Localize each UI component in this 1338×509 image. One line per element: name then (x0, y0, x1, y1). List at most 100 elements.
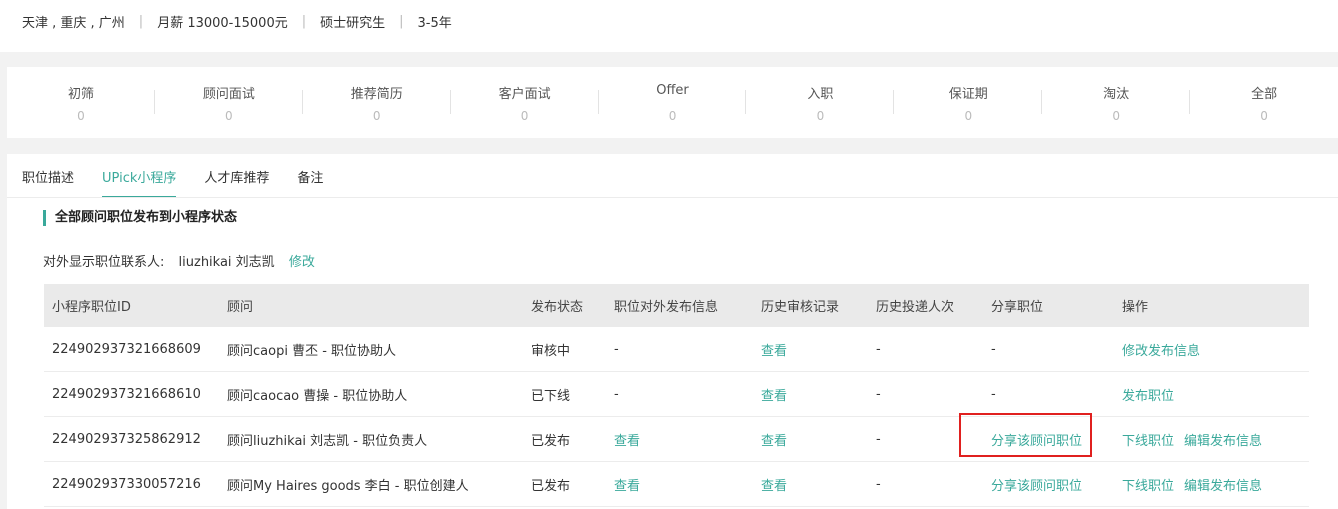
stage-label: 入职 (807, 87, 834, 102)
publish-info-cell: 查看 (606, 416, 753, 462)
pipeline-stats: 初筛 0 顾问面试 0 推荐简历 0 客户面试 0 Offer 0 入职 0 保证期 0 淘汰 0 全部 0 (7, 67, 1338, 138)
actions-cell: 修改发布信息 (1114, 327, 1309, 372)
status-cell: 已下线 (523, 371, 606, 417)
consultant-cell: 顾问caopi 曹丕 - 职位协助人 (219, 327, 523, 372)
tab-underline (7, 197, 1338, 198)
table-row: 224902937321668610 顾问caocao 曹操 - 职位协助人 已下线… (44, 371, 1309, 417)
publish-info-value: - (614, 386, 619, 402)
stage-count: 0 (816, 109, 825, 123)
history-view-link[interactable]: 查看 (761, 344, 787, 359)
stage-count: 0 (1112, 109, 1120, 123)
contact-label: 对外显示职位联系人: (43, 255, 165, 270)
stage-count: 0 (225, 109, 233, 123)
contact-name: liuzhikai 刘志凯 (178, 255, 275, 270)
history-cell: 查看 (753, 416, 868, 462)
publish-info-cell: - (606, 371, 753, 417)
actions-cell: 下线职位 编辑发布信息 (1114, 461, 1309, 507)
job-meta: 天津 , 重庆 , 广州 | 月薪 13000-15000元 | 硕士研究生 |… (22, 12, 452, 31)
stage-stat[interactable]: 推荐简历 0 (303, 67, 451, 138)
job-experience: 3-5年 (417, 16, 452, 31)
divider: | (399, 14, 404, 29)
stage-stat[interactable]: 入职 0 (746, 67, 895, 138)
job-id-cell: 224902937321668609 (44, 327, 219, 372)
stage-stat[interactable]: 客户面试 0 (451, 67, 599, 138)
status-cell: 已发布 (523, 461, 606, 507)
status-cell: 已发布 (523, 416, 606, 462)
stage-count: 0 (1260, 109, 1268, 123)
history-cell: 查看 (753, 371, 868, 417)
stage-count: 0 (520, 109, 529, 123)
column-header: 分享职位 (983, 284, 1114, 327)
column-header: 职位对外发布信息 (606, 284, 753, 327)
table-row: 224902937321668609 顾问caopi 曹丕 - 职位协助人 审核中 -… (44, 327, 1309, 372)
row-action-link[interactable]: 修改发布信息 (1122, 344, 1200, 359)
stage-stat[interactable]: Offer 0 (599, 67, 747, 138)
stage-stat[interactable]: 全部 0 (1190, 67, 1338, 138)
share-job-value: - (991, 341, 996, 357)
stage-stat[interactable]: 顾问面试 0 (155, 67, 303, 138)
table-row: 224902937325862912 顾问liuzhikai 刘志凯 - 职位负责… (44, 416, 1309, 462)
share-cell: 分享该顾问职位 (983, 461, 1114, 507)
stage-count: 0 (372, 109, 381, 123)
row-action-link[interactable]: 下线职位 (1122, 434, 1174, 449)
divider: | (138, 14, 144, 29)
stage-label: Offer (656, 83, 689, 98)
stage-label: 客户面试 (498, 87, 551, 102)
tab-item[interactable]: 备注 (297, 167, 323, 198)
history-cell: 查看 (753, 461, 868, 507)
history-view-link[interactable]: 查看 (761, 479, 787, 494)
column-header: 历史投递人次 (868, 284, 983, 327)
publish-info-value: - (614, 341, 619, 357)
actions-cell: 下线职位 编辑发布信息 (1114, 416, 1309, 462)
history-view-link[interactable]: 查看 (761, 389, 787, 404)
history-cell: 查看 (753, 327, 868, 372)
status-cell: 审核中 (523, 327, 606, 372)
stage-stat[interactable]: 初筛 0 (7, 67, 155, 138)
stage-label: 推荐简历 (350, 87, 403, 102)
tab-bar: 职位描述 UPick小程序 人才库推荐 备注 (22, 167, 351, 198)
deliveries-cell: - (868, 461, 983, 507)
tab-item[interactable]: UPick小程序 (102, 167, 177, 198)
column-header: 顾问 (219, 284, 523, 327)
job-id-cell: 224902937325862912 (44, 416, 219, 462)
stage-count: 0 (77, 109, 85, 123)
stage-label: 淘汰 (1103, 87, 1130, 102)
column-header: 发布状态 (523, 284, 606, 327)
share-cell: - (983, 327, 1114, 372)
job-cities: 天津 , 重庆 , 广州 (22, 16, 125, 31)
share-cell: - (983, 371, 1114, 417)
row-action-link[interactable]: 下线职位 (1122, 479, 1174, 494)
consultant-cell: 顾问caocao 曹操 - 职位协助人 (219, 371, 523, 417)
edit-contact-link[interactable]: 修改 (289, 255, 315, 270)
publish-info-value[interactable]: 查看 (614, 479, 640, 494)
row-action-link[interactable]: 发布职位 (1122, 389, 1174, 404)
column-header: 小程序职位ID (44, 284, 219, 327)
stage-label: 初筛 (67, 87, 94, 102)
consultant-cell: 顾问liuzhikai 刘志凯 - 职位负责人 (219, 416, 523, 462)
main-content: 职位描述 UPick小程序 人才库推荐 备注 全部顾问职位发布到小程序状态 对外显示职… (7, 154, 1338, 509)
publish-info-value[interactable]: 查看 (614, 434, 640, 449)
publish-info-cell: 查看 (606, 461, 753, 507)
highlight-box (959, 413, 1092, 457)
row-action-link[interactable]: 编辑发布信息 (1184, 479, 1262, 494)
stage-stat[interactable]: 保证期 0 (894, 67, 1043, 138)
row-action-link[interactable]: 编辑发布信息 (1184, 434, 1262, 449)
job-salary: 月薪 13000-15000元 (157, 16, 288, 31)
tab-item[interactable]: 人才库推荐 (204, 167, 269, 198)
share-job-value: - (991, 386, 996, 402)
tab-item[interactable]: 职位描述 (22, 167, 74, 198)
job-meta-card: 天津 , 重庆 , 广州 | 月薪 13000-15000元 | 硕士研究生 |… (0, 0, 1338, 52)
consultant-cell: 顾问My Haires goods 李白 - 职位创建人 (219, 461, 523, 507)
divider: | (301, 14, 307, 29)
share-job-value[interactable]: 分享该顾问职位 (991, 479, 1082, 494)
actions-cell: 发布职位 (1114, 371, 1309, 417)
column-header: 历史审核记录 (753, 284, 868, 327)
history-view-link[interactable]: 查看 (761, 434, 787, 449)
section-title: 全部顾问职位发布到小程序状态 (43, 210, 237, 226)
stage-label: 顾问面试 (202, 87, 255, 102)
contact-row: 对外显示职位联系人: liuzhikai 刘志凯 修改 (43, 251, 315, 270)
job-education: 硕士研究生 (320, 16, 386, 31)
deliveries-cell: - (868, 371, 983, 417)
publish-info-cell: - (606, 327, 753, 372)
stage-stat[interactable]: 淘汰 0 (1042, 67, 1191, 138)
